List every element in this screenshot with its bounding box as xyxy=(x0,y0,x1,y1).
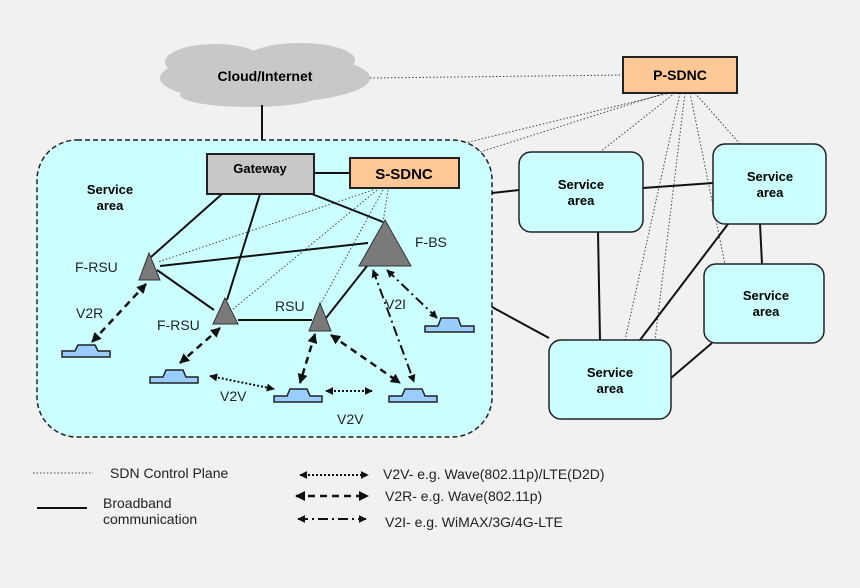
v2v-label: V2V xyxy=(337,411,364,427)
legend-v2i: V2I- e.g. WiMAX/3G/4G-LTE xyxy=(385,514,563,530)
f-rsu-1-label: F-RSU xyxy=(75,259,118,275)
service-area-3: Service area xyxy=(703,263,825,344)
v2r-label: V2R xyxy=(76,305,103,321)
legend-broadband: Broadband xyxy=(103,495,172,511)
svg-text:Service: Service xyxy=(743,288,789,303)
cloud-label: Cloud/Internet xyxy=(218,68,313,84)
svg-text:area: area xyxy=(753,304,781,319)
legend-sdn: SDN Control Plane xyxy=(110,465,228,481)
cloud-psdnc-control-link xyxy=(369,74,624,79)
legend-v2v: V2V- e.g. Wave(802.11p)/LTE(D2D) xyxy=(383,466,605,482)
p-sdnc-label: P-SDNC xyxy=(653,67,707,83)
svg-text:Service: Service xyxy=(558,177,604,192)
service-area-1: Service area xyxy=(518,151,644,233)
rsu-label: RSU xyxy=(275,298,305,314)
svg-text:area: area xyxy=(597,381,625,396)
service-area-2: Service area xyxy=(712,143,827,225)
legend: SDN Control Plane Broadband communicatio… xyxy=(33,465,605,530)
svg-text:Service: Service xyxy=(587,365,633,380)
svg-text:area: area xyxy=(568,193,596,208)
service-area-label: area xyxy=(97,198,125,213)
sdn-vehicular-network-diagram: Cloud/Internet P-SDNC Service area Gatew… xyxy=(33,43,827,530)
v2v-label: V2V xyxy=(220,388,247,404)
gateway-label: Gateway xyxy=(233,161,287,176)
f-bs-label: F-BS xyxy=(415,234,447,250)
v2i-label: V2I xyxy=(385,296,406,312)
s-sdnc-label: S-SDNC xyxy=(375,166,433,183)
svg-text:area: area xyxy=(757,185,785,200)
service-area-4: Service area xyxy=(548,339,672,420)
legend-broadband: communication xyxy=(103,511,197,527)
service-area-label: Service xyxy=(87,182,133,197)
cloud-internet: Cloud/Internet xyxy=(160,43,370,107)
svg-text:Service: Service xyxy=(747,169,793,184)
f-rsu-2-label: F-RSU xyxy=(157,317,200,333)
legend-v2r: V2R- e.g. Wave(802.11p) xyxy=(385,488,542,504)
